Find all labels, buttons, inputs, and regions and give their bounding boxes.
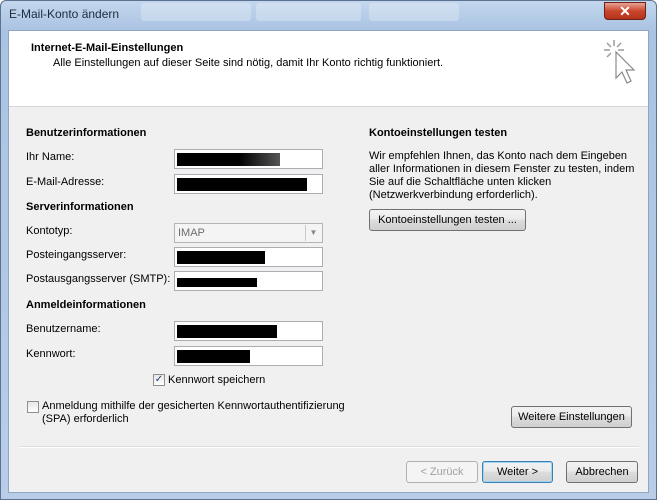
redacted-value — [177, 178, 307, 191]
server-info-heading: Serverinformationen — [26, 201, 134, 213]
username-label: Benutzername: — [26, 323, 101, 335]
background-window-tab — [369, 3, 459, 21]
background-window-tab — [256, 3, 361, 21]
close-icon: ✕ — [619, 3, 631, 19]
password-field[interactable] — [174, 346, 323, 366]
test-description: Wir empfehlen Ihnen, das Konto nach dem … — [369, 150, 635, 201]
user-info-heading: Benutzerinformationen — [26, 127, 147, 139]
name-label: Ihr Name: — [26, 151, 75, 163]
incoming-server-field[interactable] — [174, 247, 323, 267]
save-password-checkbox[interactable]: ✓ — [153, 374, 165, 386]
dialog-client-area: Internet-E-Mail-Einstellungen Alle Einst… — [8, 30, 649, 493]
test-heading: Kontoeinstellungen testen — [369, 127, 508, 139]
background-window-tab — [141, 3, 251, 21]
account-type-label: Kontotyp: — [26, 225, 73, 237]
back-button[interactable]: < Zurück — [406, 461, 478, 483]
email-field[interactable] — [174, 174, 323, 194]
spa-checkbox[interactable] — [27, 401, 39, 413]
account-type-value: IMAP — [178, 227, 205, 239]
title-bar[interactable]: E-Mail-Konto ändern ✕ — [1, 1, 656, 31]
window-title: E-Mail-Konto ändern — [9, 7, 120, 21]
redacted-value — [177, 153, 280, 166]
next-button[interactable]: Weiter > — [482, 461, 553, 483]
chevron-down-icon: ▼ — [305, 225, 321, 241]
account-type-select: IMAP ▼ — [174, 223, 323, 243]
header-panel: Internet-E-Mail-Einstellungen Alle Einst… — [9, 31, 648, 107]
divider — [19, 446, 639, 448]
spa-label-line1: Anmeldung mithilfe der gesicherten Kennw… — [42, 400, 345, 412]
outgoing-server-field[interactable] — [174, 271, 323, 291]
incoming-server-label: Posteingangsserver: — [26, 249, 127, 261]
redacted-value — [177, 325, 277, 338]
redacted-value — [177, 278, 257, 287]
page-title: Internet-E-Mail-Einstellungen — [31, 42, 184, 54]
spa-label-line2: (SPA) erforderlich — [42, 413, 129, 425]
sparkle-cursor-icon — [604, 40, 636, 84]
more-settings-button[interactable]: Weitere Einstellungen — [511, 406, 632, 428]
redacted-value — [177, 251, 265, 264]
save-password-label: Kennwort speichern — [168, 374, 266, 386]
close-button[interactable]: ✕ — [604, 2, 646, 20]
dialog-window: E-Mail-Konto ändern ✕ Internet-E-Mail-Ei… — [0, 0, 657, 500]
page-subtitle: Alle Einstellungen auf dieser Seite sind… — [53, 57, 444, 69]
username-field[interactable] — [174, 321, 323, 341]
password-label: Kennwort: — [26, 348, 76, 360]
check-icon: ✓ — [154, 374, 164, 385]
email-label: E-Mail-Adresse: — [26, 176, 105, 188]
login-info-heading: Anmeldeinformationen — [26, 299, 146, 311]
redacted-value — [177, 350, 250, 363]
outgoing-server-label: Postausgangsserver (SMTP): — [26, 273, 171, 285]
cancel-button[interactable]: Abbrechen — [566, 461, 638, 483]
test-account-button[interactable]: Kontoeinstellungen testen ... — [369, 209, 526, 231]
name-field[interactable] — [174, 149, 323, 169]
